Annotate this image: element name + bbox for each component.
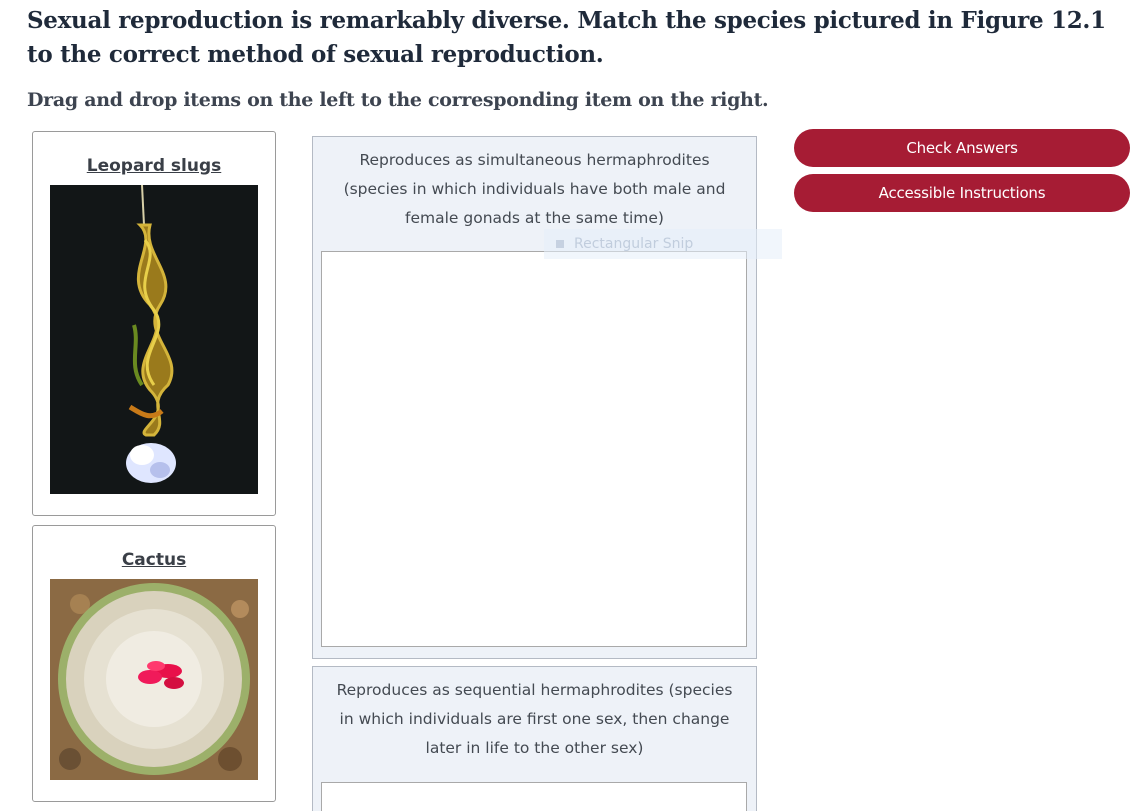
instructions-text: Drag and drop items on the left to the c… (27, 89, 769, 111)
zone-label: Reproduces as sequential hermaphrodites … (336, 681, 733, 757)
card-title: Cactus (121, 550, 187, 570)
drop-zone-simultaneous-hermaphrodites: Reproduces as simultaneous hermaphrodite… (312, 136, 757, 659)
question-text: Sexual reproduction is remarkably divers… (27, 7, 1106, 68)
draggable-card-cactus[interactable]: Cactus (32, 525, 276, 802)
check-answers-button[interactable]: Check Answers (794, 129, 1130, 167)
card-title: Leopard slugs (86, 156, 222, 176)
drop-target-area[interactable] (321, 782, 747, 811)
draggable-card-leopard-slugs[interactable]: Leopard slugs (32, 131, 276, 516)
zone-label: Reproduces as simultaneous hermaphrodite… (343, 151, 726, 227)
drop-zone-sequential-hermaphrodites: Reproduces as sequential hermaphrodites … (312, 666, 757, 811)
leopard-slugs-image (50, 185, 258, 494)
cactus-image (50, 579, 258, 780)
accessible-instructions-button[interactable]: Accessible Instructions (794, 174, 1130, 212)
drop-target-area[interactable] (321, 251, 747, 647)
